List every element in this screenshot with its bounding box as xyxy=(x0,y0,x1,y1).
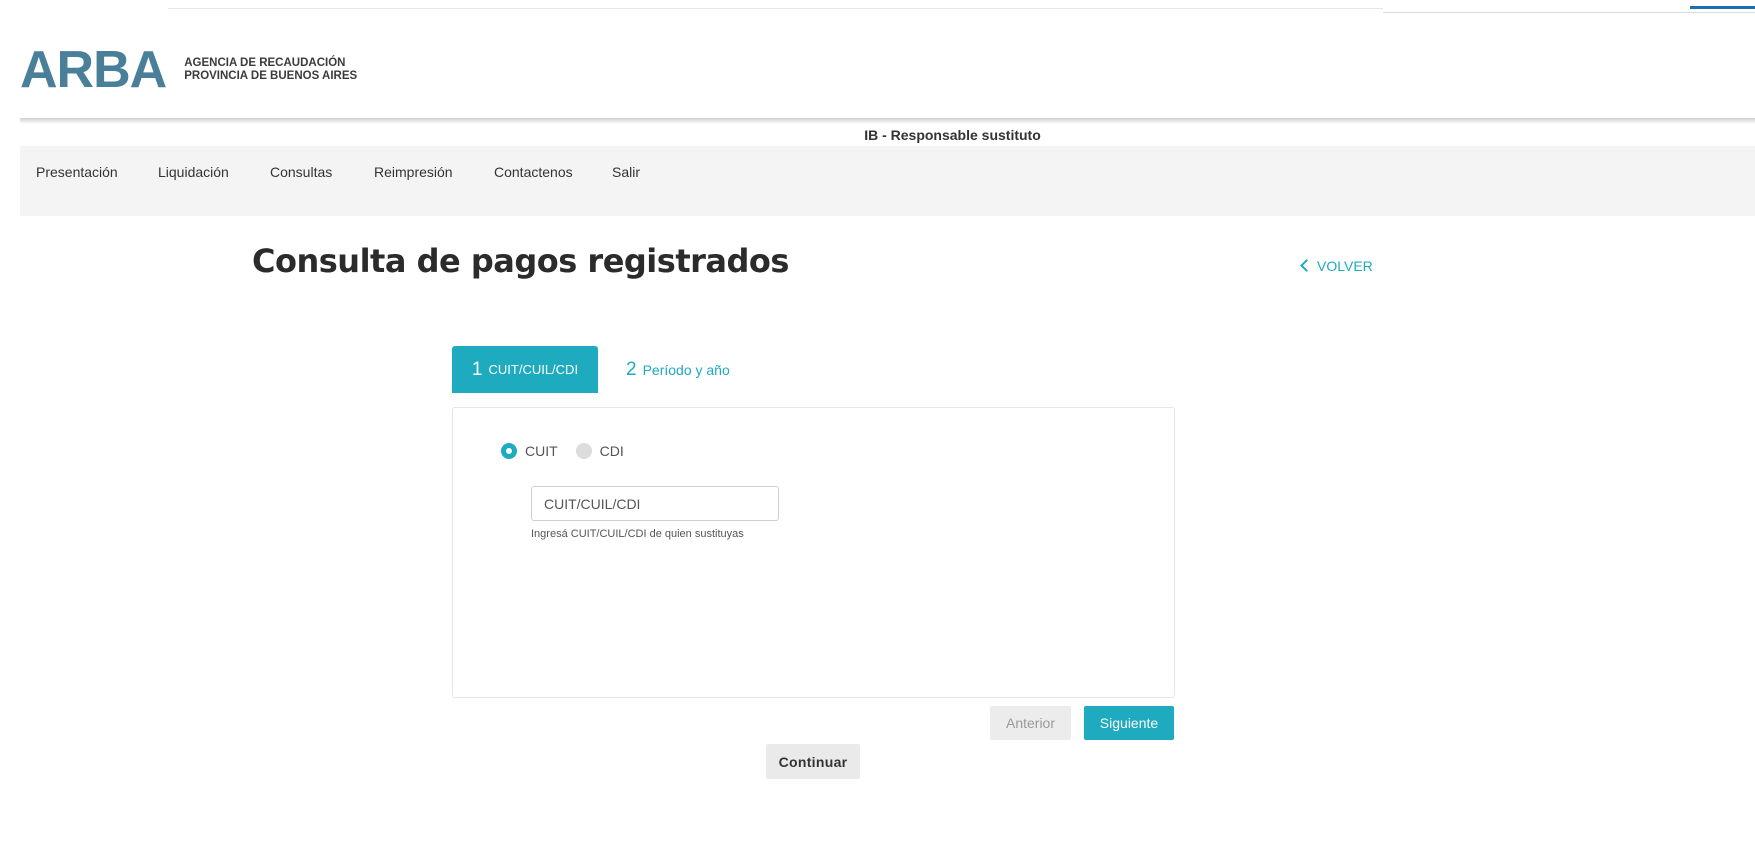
radio-cuit[interactable]: CUIT xyxy=(501,443,558,459)
radio-cdi-label: CDI xyxy=(599,443,624,459)
chevron-left-icon xyxy=(1300,259,1313,272)
main-nav: Presentación Liquidación Consultas Reimp… xyxy=(20,146,1755,216)
header: ARBA AGENCIA DE RECAUDACIÓN PROVINCIA DE… xyxy=(0,14,1755,124)
previous-button[interactable]: Anterior xyxy=(990,706,1071,740)
radio-cuit-label: CUIT xyxy=(525,443,558,459)
cuit-input[interactable] xyxy=(531,486,779,521)
logo-subtitle-line2: PROVINCIA DE BUENOS AIRES xyxy=(184,70,358,82)
document-type-radio-group: CUIT CDI xyxy=(501,443,642,459)
logo-subtitle: AGENCIA DE RECAUDACIÓN PROVINCIA DE BUEN… xyxy=(184,57,357,83)
top-divider-right xyxy=(1383,12,1755,13)
step-1-label: CUIT/CUIL/CDI xyxy=(488,362,579,377)
radio-cdi[interactable]: CDI xyxy=(575,443,624,459)
step-tab-1[interactable]: 1 CUIT/CUIL/CDI xyxy=(452,346,598,393)
back-link[interactable]: VOLVER xyxy=(1300,258,1373,274)
nav-item-salir[interactable]: Salir xyxy=(612,164,640,180)
arba-logo[interactable]: ARBA AGENCIA DE RECAUDACIÓN PROVINCIA DE… xyxy=(20,44,357,96)
top-accent-line xyxy=(1690,6,1755,9)
back-link-label: VOLVER xyxy=(1317,258,1373,274)
radio-unselected-icon[interactable] xyxy=(575,443,592,459)
step-2-number: 2 xyxy=(626,359,637,380)
logo-subtitle-line1: AGENCIA DE RECAUDACIÓN xyxy=(184,57,346,69)
app-subtitle-bar: IB - Responsable sustituto xyxy=(20,124,1755,146)
form-panel: CUIT CDI Ingresá CUIT/CUIL/CDI de quien … xyxy=(452,407,1175,698)
step-2-label: Período y año xyxy=(642,362,730,378)
nav-item-reimpresion[interactable]: Reimpresión xyxy=(374,164,453,180)
nav-item-contactenos[interactable]: Contactenos xyxy=(494,164,573,180)
step-1-number: 1 xyxy=(471,358,483,380)
continue-button[interactable]: Continuar xyxy=(766,744,860,779)
nav-item-presentacion[interactable]: Presentación xyxy=(36,164,118,180)
cuit-help-text: Ingresá CUIT/CUIL/CDI de quien sustituya… xyxy=(531,528,744,540)
next-button[interactable]: Siguiente xyxy=(1084,706,1174,740)
step-tab-2[interactable]: 2 Período y año xyxy=(626,356,730,384)
app-subtitle: IB - Responsable sustituto xyxy=(864,127,1041,143)
page-title: Consulta de pagos registrados xyxy=(252,242,789,280)
radio-selected-icon[interactable] xyxy=(501,443,517,459)
logo-mark: ARBA xyxy=(20,41,167,99)
top-divider xyxy=(168,8,1383,9)
nav-item-consultas[interactable]: Consultas xyxy=(270,164,332,180)
nav-item-liquidacion[interactable]: Liquidación xyxy=(158,164,229,180)
